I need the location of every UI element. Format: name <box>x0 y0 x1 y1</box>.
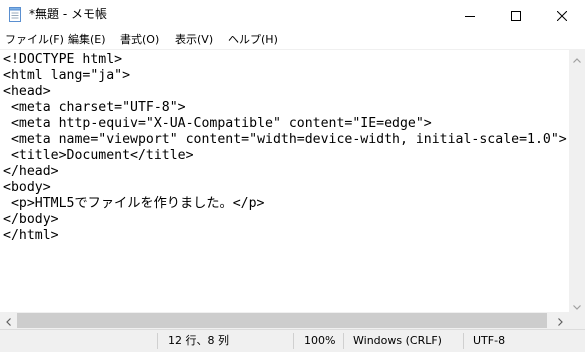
text-line: <body> <box>3 180 51 195</box>
text-line: </head> <box>3 164 59 179</box>
encoding: UTF-8 <box>473 334 506 347</box>
text-line: <meta http-equiv="X-UA-Compatible" conte… <box>3 116 432 131</box>
maximize-icon <box>511 6 521 25</box>
text-line: <title>Document</title> <box>3 148 194 163</box>
menu-format[interactable]: 書式(O) <box>120 30 159 49</box>
menu-file[interactable]: ファイル(F) <box>5 30 64 49</box>
text-line: <meta name="viewport" content="width=dev… <box>3 132 567 147</box>
status-divider <box>157 333 158 349</box>
chevron-left-icon <box>6 311 11 330</box>
scroll-down-button[interactable] <box>569 296 585 312</box>
menu-edit[interactable]: 編集(E) <box>68 30 106 49</box>
text-line: <p>HTML5でファイルを作りました。</p> <box>3 196 265 211</box>
chevron-right-icon <box>558 311 563 330</box>
notepad-icon <box>9 7 22 22</box>
status-bar: 12 行、8 列 100% Windows (CRLF) UTF-8 <box>0 329 585 352</box>
text-line: </html> <box>3 228 59 243</box>
scroll-right-button[interactable] <box>552 312 569 329</box>
horizontal-scrollbar[interactable] <box>0 312 569 329</box>
status-divider <box>343 333 344 349</box>
text-line: <meta charset="UTF-8"> <box>3 100 186 115</box>
line-ending: Windows (CRLF) <box>353 334 442 347</box>
text-line: <head> <box>3 84 51 99</box>
horizontal-scroll-thumb[interactable] <box>17 313 547 328</box>
status-divider <box>463 333 464 349</box>
text-editor[interactable]: <!DOCTYPE html> <html lang="ja"> <head> … <box>0 49 569 313</box>
scroll-left-button[interactable] <box>0 312 17 329</box>
status-divider <box>293 333 294 349</box>
close-button[interactable] <box>539 0 585 30</box>
text-line: <!DOCTYPE html> <box>3 52 123 67</box>
minimize-icon <box>465 6 475 25</box>
text-line: <html lang="ja"> <box>3 68 131 83</box>
chevron-up-icon <box>573 48 581 67</box>
menu-bar: ファイル(F) 編集(E) 書式(O) 表示(V) ヘルプ(H) <box>0 30 585 49</box>
title-bar[interactable]: *無題 - メモ帳 <box>0 0 585 30</box>
window-title: *無題 - メモ帳 <box>29 7 107 21</box>
cursor-position: 12 行、8 列 <box>168 334 229 347</box>
zoom-level: 100% <box>304 334 336 347</box>
scrollbar-corner <box>569 312 585 329</box>
scroll-up-button[interactable] <box>569 49 585 65</box>
close-icon <box>556 6 568 25</box>
menu-view[interactable]: 表示(V) <box>175 30 213 49</box>
text-line: </body> <box>3 212 59 227</box>
minimize-button[interactable] <box>447 0 493 30</box>
chevron-down-icon <box>573 295 581 314</box>
maximize-button[interactable] <box>493 0 539 30</box>
vertical-scrollbar[interactable] <box>569 49 585 312</box>
menu-help[interactable]: ヘルプ(H) <box>228 30 278 49</box>
